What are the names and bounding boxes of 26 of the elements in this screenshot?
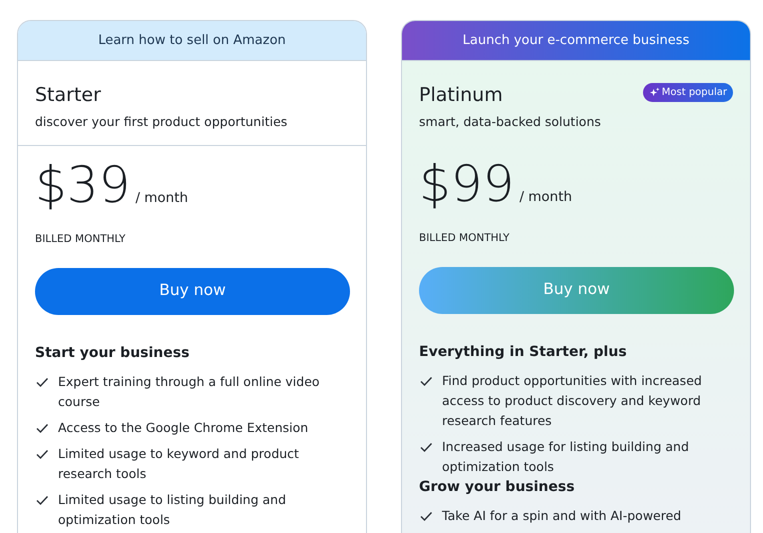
plan-name: Starter: [35, 83, 101, 107]
feature-text: Increased usage for listing building and optimization tools: [442, 438, 690, 476]
billing-note: BILLED MONTHLY: [35, 232, 126, 247]
plan-banner: Launch your e-commerce business: [402, 21, 750, 61]
plan-tagline: smart, data-backed solutions: [419, 113, 602, 131]
feature-text: Take AI for a spin and with AI-powered: [442, 506, 682, 525]
section-heading: Grow your business: [419, 478, 576, 496]
buy-button[interactable]: Buy now: [35, 268, 350, 314]
plan-price: $39: [35, 154, 130, 216]
plan-name: Platinum: [419, 83, 503, 107]
feature-text: Find product opportunities with increased access to product discovery and keyword research features: [442, 372, 703, 430]
plan-tagline: discover your first product opportunities: [35, 113, 288, 131]
plan-price: $99: [419, 154, 514, 215]
section-heading: Everything in Starter, plus: [419, 342, 628, 362]
feature-text: Access to the Google Chrome Extension: [58, 418, 308, 437]
price-period: / month: [135, 188, 188, 208]
buy-button[interactable]: Buy now: [419, 266, 734, 314]
section-heading: Start your business: [35, 344, 190, 362]
sparkle-icon: [648, 87, 660, 98]
price-period: / month: [519, 188, 572, 206]
popular-badge: Most popular: [642, 83, 733, 102]
plan-banner: Learn how to sell on Amazon: [18, 21, 366, 61]
billing-note: BILLED MONTHLY: [419, 230, 510, 246]
feature-text: Limited usage to keyword and product research tools: [58, 444, 300, 482]
feature-text: Expert training through a full online video course: [58, 372, 321, 410]
feature-text: Limited usage to listing building and optimization tools: [58, 490, 288, 529]
